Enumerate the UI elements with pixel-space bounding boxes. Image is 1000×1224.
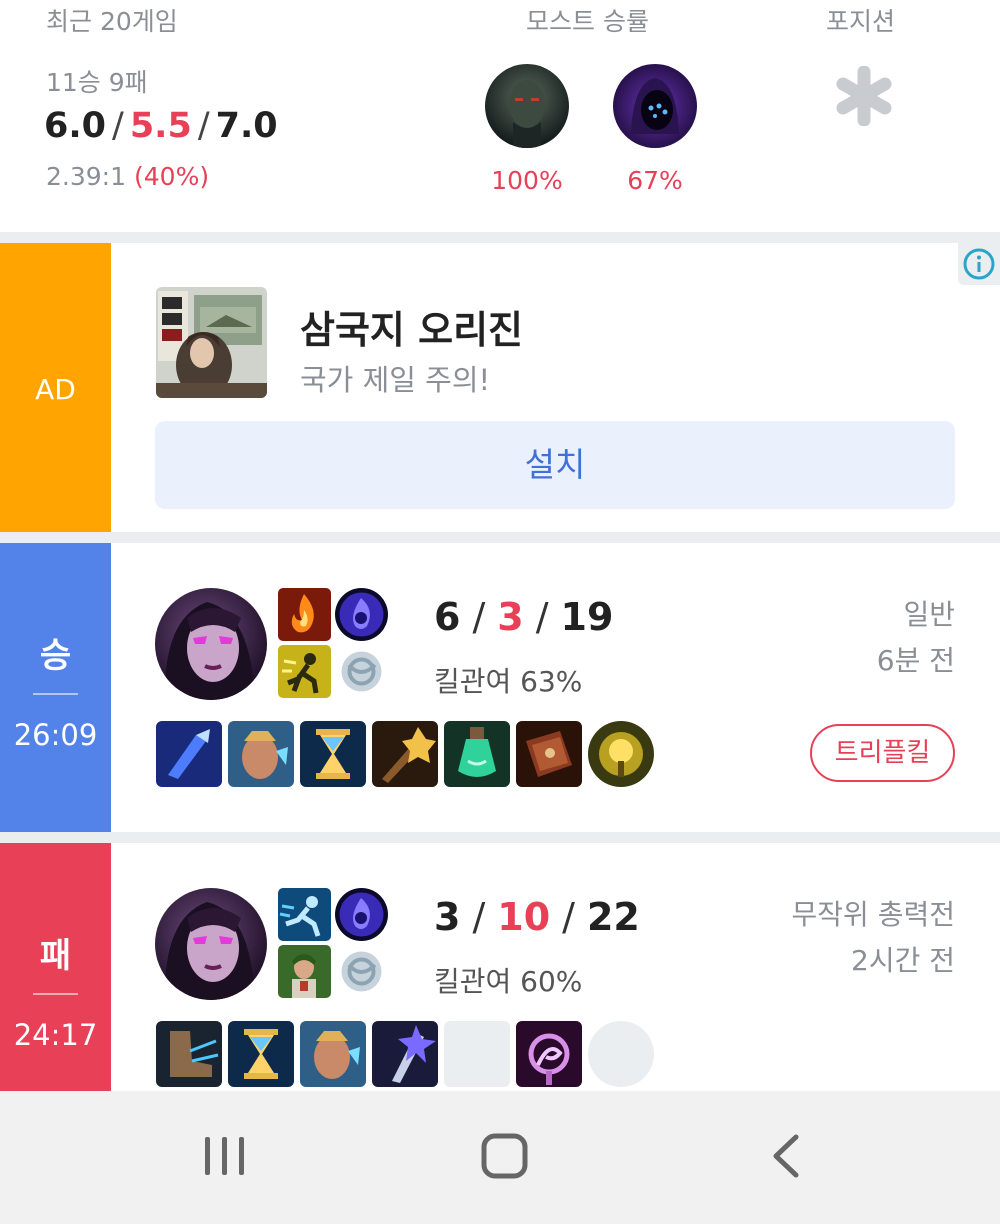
trinket-slot-empty xyxy=(588,1021,654,1087)
home-icon[interactable] xyxy=(464,1117,544,1197)
result-strip-loss: 패 24:17 xyxy=(0,843,111,1091)
install-button[interactable]: 설치 xyxy=(155,421,955,509)
ad-card[interactable]: AD 삼국지 오리진 국가 제일 주의! 설치 xyxy=(0,243,1000,532)
morgana-champion-icon[interactable] xyxy=(155,588,267,700)
ad-strip: AD xyxy=(0,243,111,532)
kda-ratio-value: 2.39:1 xyxy=(46,162,126,191)
dark-harvest-rune-icon[interactable] xyxy=(335,888,388,941)
strip-divider xyxy=(33,693,78,695)
asterisk-icon xyxy=(834,65,894,127)
match-duration: 24:17 xyxy=(13,1018,98,1052)
back-icon[interactable] xyxy=(744,1117,824,1197)
game-mode: 일반 xyxy=(903,598,955,631)
match-result: 패 xyxy=(39,936,72,976)
item-hourglass-icon[interactable] xyxy=(300,721,366,787)
item-void-staff-icon[interactable] xyxy=(372,1021,438,1087)
most-champion-2-winrate: 67% xyxy=(627,166,683,195)
deaths: 3 xyxy=(497,595,524,639)
ignite-spell-icon[interactable] xyxy=(278,588,331,641)
assists: 19 xyxy=(560,595,614,639)
item-tome-icon[interactable] xyxy=(516,721,582,787)
sorcery-rune-icon[interactable] xyxy=(335,645,388,698)
item-potion-icon[interactable] xyxy=(444,721,510,787)
item-boots-icon[interactable] xyxy=(156,1021,222,1087)
kills: 6 xyxy=(434,595,461,639)
morgana-champion-icon[interactable] xyxy=(155,888,267,1000)
item-trinket-icon[interactable] xyxy=(588,721,654,787)
result-strip-win: 승 26:09 xyxy=(0,543,111,832)
match-duration: 26:09 xyxy=(13,718,98,752)
game-mode: 무작위 총력전 xyxy=(791,898,955,931)
hooded-champion-icon[interactable] xyxy=(613,64,697,148)
match-kda: 6/3/19 xyxy=(434,595,614,639)
system-navigation-bar xyxy=(0,1091,1000,1224)
most-champion-1-winrate: 100% xyxy=(491,166,563,195)
sorcery-rune-icon[interactable] xyxy=(335,945,388,998)
ad-title: 삼국지 오리진 xyxy=(300,308,523,352)
position-label: 포지션 xyxy=(826,7,896,36)
avg-deaths: 5.5 xyxy=(129,106,192,146)
match-kda: 3/10/22 xyxy=(434,895,640,939)
pyke-champion-icon[interactable] xyxy=(485,64,569,148)
triple-kill-badge: 트리플킬 xyxy=(810,724,955,782)
item-pantheon-bust-icon[interactable] xyxy=(300,1021,366,1087)
deaths: 10 xyxy=(497,895,551,939)
match-card-win[interactable]: 승 26:09 6/3/19 킬관여 63% 일반 6분 전 트리플킬 xyxy=(0,543,1000,832)
match-result: 승 xyxy=(39,636,72,676)
item-golden-wand-icon[interactable] xyxy=(372,721,438,787)
recent-games-summary: 최근 20게임 모스트 승률 포지션 11승 9패 6.0/5.5/7.0 2.… xyxy=(0,0,1000,232)
item-staff-icon[interactable] xyxy=(156,721,222,787)
kill-participation: 킬관여 60% xyxy=(434,965,583,998)
dark-harvest-rune-icon[interactable] xyxy=(335,588,388,641)
kills: 3 xyxy=(434,895,461,939)
avg-kills: 6.0 xyxy=(44,106,107,146)
avg-assists: 7.0 xyxy=(215,106,278,146)
ghost-spell-icon[interactable] xyxy=(278,645,331,698)
most-winrate-label: 모스트 승률 xyxy=(526,7,649,36)
time-ago: 6분 전 xyxy=(876,644,955,677)
item-slot-empty xyxy=(444,1021,510,1087)
kda-ratio: 2.39:1 (40%) xyxy=(46,162,209,191)
match-card-loss[interactable]: 패 24:17 3/10/22 킬관여 60% 무작위 총력전 2시간 전 xyxy=(0,843,1000,1091)
kill-participation-pct: (40%) xyxy=(134,162,210,191)
ad-subtitle: 국가 제일 주의! xyxy=(300,363,491,397)
win-loss-record: 11승 9패 xyxy=(46,68,148,97)
ad-game-thumbnail[interactable] xyxy=(156,287,267,398)
kill-participation: 킬관여 63% xyxy=(434,665,583,698)
time-ago: 2시간 전 xyxy=(851,944,955,977)
assists: 22 xyxy=(586,895,640,939)
item-zhonya-icon[interactable] xyxy=(516,1021,582,1087)
item-hourglass-icon[interactable] xyxy=(228,1021,294,1087)
flash-spell-icon[interactable] xyxy=(278,888,331,941)
info-icon[interactable] xyxy=(958,243,1000,285)
average-kda: 6.0/5.5/7.0 xyxy=(44,106,278,146)
strip-divider xyxy=(33,993,78,995)
recent-games-label: 최근 20게임 xyxy=(46,7,178,36)
item-pantheon-bust-icon[interactable] xyxy=(228,721,294,787)
ad-label: AD xyxy=(35,373,76,406)
recent-apps-icon[interactable] xyxy=(185,1117,265,1197)
mark-spell-icon[interactable] xyxy=(278,945,331,998)
